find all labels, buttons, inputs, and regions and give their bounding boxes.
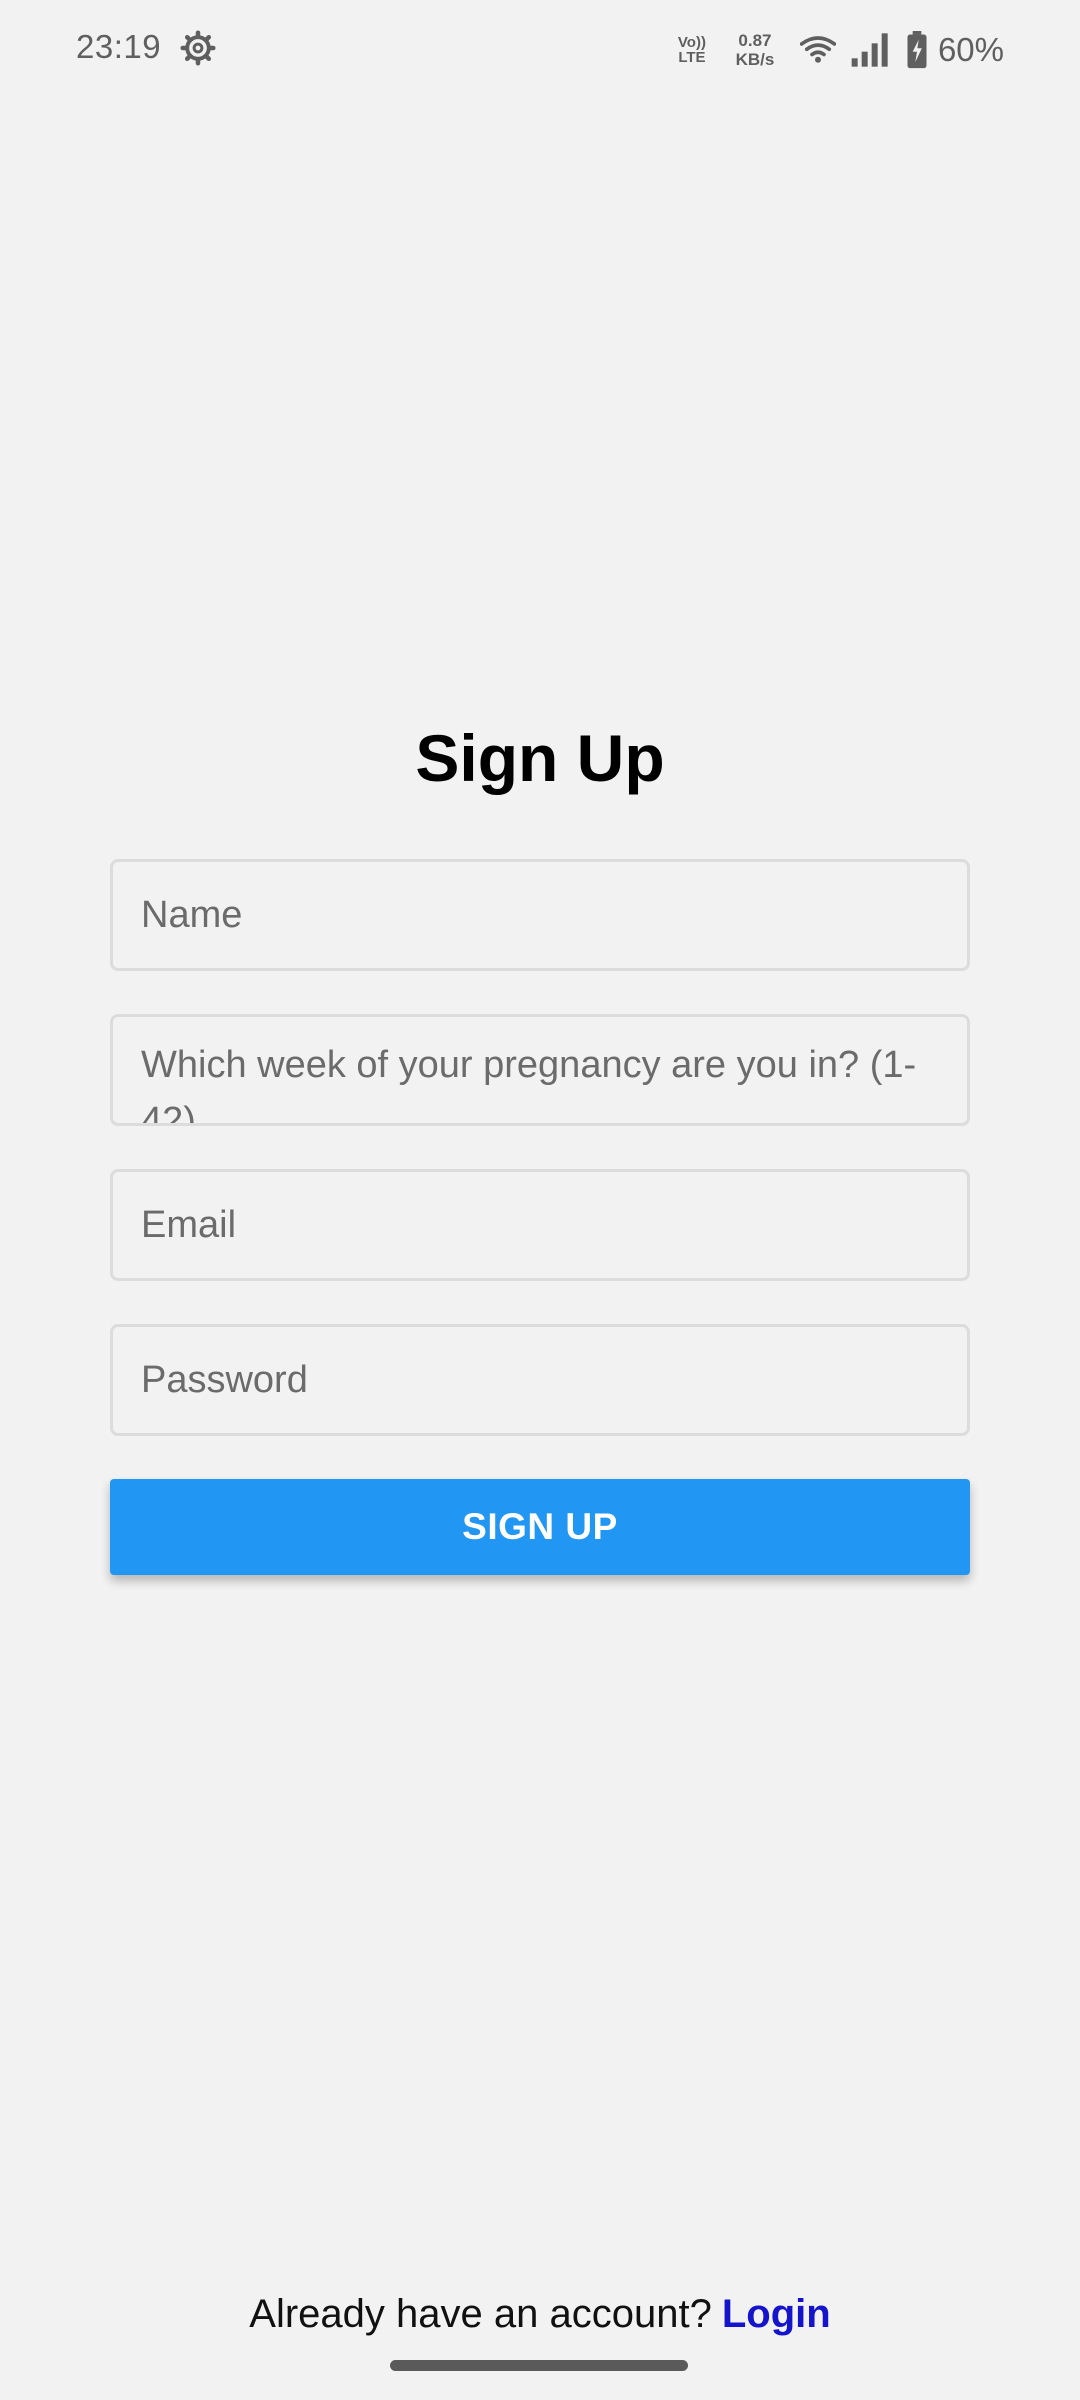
home-indicator[interactable]: [390, 2360, 688, 2371]
status-bar: 23:19 Vo)) LTE 0.87 KB/s 60%: [0, 0, 1080, 100]
pregnancy-week-input[interactable]: Which week of your pregnancy are you in?…: [141, 1037, 947, 1123]
name-field-wrapper: [110, 859, 970, 971]
gear-icon: [180, 30, 216, 66]
status-time: 23:19: [76, 28, 162, 65]
volte-indicator: Vo)) LTE: [677, 34, 706, 66]
login-prompt: Already have an account? Login: [0, 2292, 1080, 2337]
signup-button[interactable]: SIGN UP: [110, 1479, 970, 1575]
login-link[interactable]: Login: [722, 2292, 831, 2336]
battery-percent: 60%: [937, 31, 1004, 68]
signal-icon: [851, 33, 888, 67]
login-prompt-text: Already have an account?: [249, 2292, 712, 2336]
password-input[interactable]: [113, 1327, 967, 1433]
password-field-wrapper: [110, 1324, 970, 1436]
email-input[interactable]: [113, 1172, 967, 1278]
battery-charging-icon: [907, 31, 927, 69]
email-field-wrapper: [110, 1169, 970, 1281]
page-title: Sign Up: [415, 721, 665, 795]
pregnancy-week-field-wrapper[interactable]: Which week of your pregnancy are you in?…: [110, 1014, 970, 1126]
wifi-icon: [799, 36, 836, 63]
network-speed: 0.87 KB/s: [735, 31, 775, 69]
name-input[interactable]: [113, 862, 967, 968]
status-icons: Vo)) LTE 0.87 KB/s 60%: [672, 24, 1004, 76]
signup-screen: 23:19 Vo)) LTE 0.87 KB/s 60% Sign Up Nam…: [0, 0, 1080, 2400]
